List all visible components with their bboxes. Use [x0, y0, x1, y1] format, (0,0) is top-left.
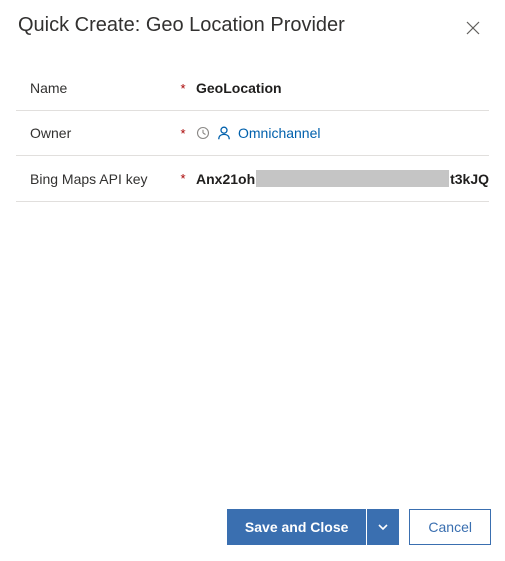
field-label: Owner	[16, 125, 176, 141]
owner-input[interactable]: Omnichannel	[190, 125, 489, 141]
owner-link[interactable]: Omnichannel	[238, 125, 321, 141]
close-button[interactable]	[461, 16, 485, 40]
field-label: Name	[16, 80, 176, 96]
redacted-segment	[256, 170, 449, 187]
field-row-name: Name * GeoLocation	[16, 66, 489, 111]
recent-icon	[196, 126, 210, 140]
field-row-api-key: Bing Maps API key * Anx21oh t3kJQ	[16, 156, 489, 202]
form-body: Name * GeoLocation Owner *	[0, 46, 505, 202]
api-key-input[interactable]: Anx21oh t3kJQ	[190, 170, 489, 187]
name-value: GeoLocation	[196, 80, 282, 96]
panel-header: Quick Create: Geo Location Provider	[0, 0, 505, 46]
close-icon	[466, 21, 480, 35]
api-key-value: Anx21oh t3kJQ	[196, 170, 489, 187]
person-icon	[216, 125, 232, 141]
cancel-button[interactable]: Cancel	[409, 509, 491, 545]
save-split-button: Save and Close	[227, 509, 400, 545]
chevron-down-icon	[377, 521, 389, 533]
quick-create-panel: Quick Create: Geo Location Provider Name…	[0, 0, 505, 561]
name-input[interactable]: GeoLocation	[190, 80, 489, 96]
required-marker: *	[176, 126, 190, 141]
field-row-owner: Owner * Omnichannel	[16, 111, 489, 156]
save-and-close-button[interactable]: Save and Close	[227, 509, 367, 545]
api-key-suffix: t3kJQ	[450, 171, 489, 187]
panel-title: Quick Create: Geo Location Provider	[18, 12, 345, 38]
panel-footer: Save and Close Cancel	[227, 509, 491, 545]
required-marker: *	[176, 81, 190, 96]
api-key-prefix: Anx21oh	[196, 171, 255, 187]
required-marker: *	[176, 171, 190, 186]
save-dropdown-button[interactable]	[367, 509, 399, 545]
field-label: Bing Maps API key	[16, 171, 176, 187]
